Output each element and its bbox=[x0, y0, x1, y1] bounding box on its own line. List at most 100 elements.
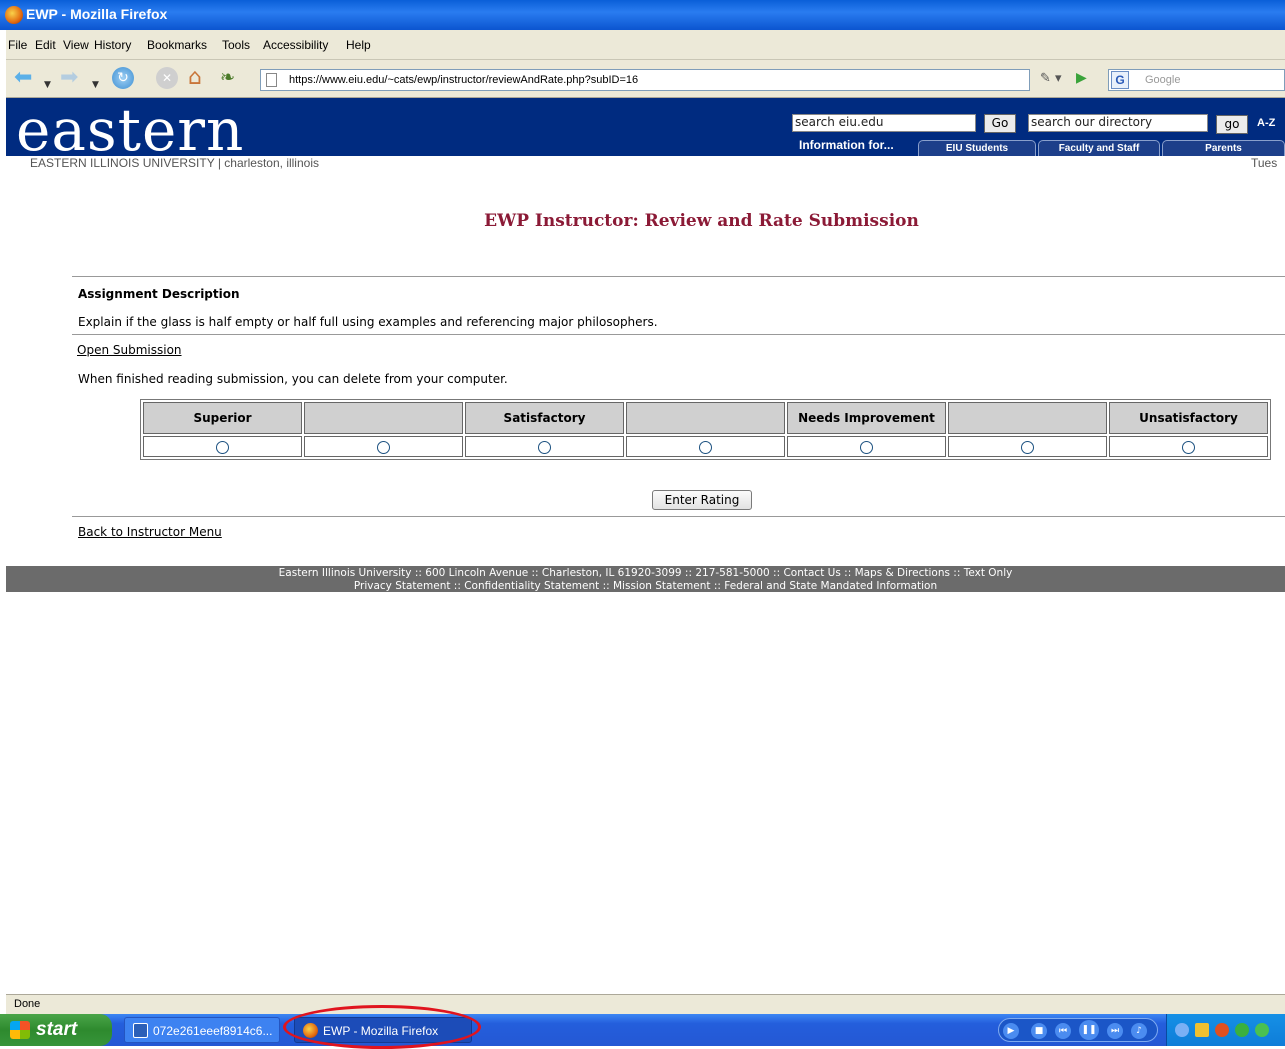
rating-radio-6[interactable] bbox=[1021, 440, 1034, 454]
rating-cell bbox=[304, 436, 463, 457]
tray-arrow-icon[interactable] bbox=[1175, 1023, 1189, 1037]
leaf-extension-icon[interactable]: ❧ bbox=[220, 67, 235, 89]
rating-col-needs-improvement: Needs Improvement bbox=[787, 402, 946, 434]
media-next-icon[interactable]: ⏭ bbox=[1107, 1023, 1123, 1039]
media-previous-icon[interactable]: ⏮ bbox=[1055, 1023, 1071, 1039]
status-bar: Done bbox=[6, 994, 1285, 1014]
eiu-banner: eastern search eiu.edu Go search our dir… bbox=[6, 98, 1285, 160]
feed-icon[interactable]: ✎ ▾ bbox=[1040, 71, 1062, 86]
forward-dropdown-icon[interactable]: ▼ bbox=[92, 74, 99, 96]
assignment-heading: Assignment Description bbox=[78, 287, 240, 301]
tray-security-icon[interactable] bbox=[1255, 1023, 1269, 1037]
tab-eiu-students[interactable]: EIU Students bbox=[918, 140, 1036, 156]
site-footer: Eastern Illinois University :: 600 Linco… bbox=[6, 566, 1285, 592]
divider bbox=[72, 276, 1285, 277]
go-arrow-icon[interactable]: ▶ bbox=[1076, 70, 1087, 86]
menu-history[interactable]: History bbox=[94, 38, 131, 52]
menu-tools[interactable]: Tools bbox=[222, 38, 250, 52]
rating-radio-3[interactable] bbox=[538, 440, 551, 454]
menu-edit[interactable]: Edit bbox=[35, 38, 56, 52]
information-for-label: Information for... bbox=[799, 138, 894, 152]
rating-radio-1[interactable] bbox=[216, 440, 229, 454]
page-icon bbox=[266, 73, 277, 87]
google-engine-icon[interactable]: G bbox=[1111, 71, 1129, 89]
eastern-logo[interactable]: eastern bbox=[16, 100, 244, 160]
highlight-circle-annotation bbox=[283, 1005, 481, 1049]
rating-cell bbox=[1109, 436, 1268, 457]
menu-view[interactable]: View bbox=[63, 38, 89, 52]
rating-cell bbox=[787, 436, 946, 457]
tab-faculty-staff[interactable]: Faculty and Staff bbox=[1038, 140, 1160, 156]
university-subtitle: EASTERN ILLINOIS UNIVERSITY | charleston… bbox=[30, 156, 319, 170]
rating-radio-2[interactable] bbox=[377, 440, 390, 454]
media-stop-icon[interactable]: ■ bbox=[1031, 1023, 1047, 1039]
menu-bookmarks[interactable]: Bookmarks bbox=[147, 38, 207, 52]
rating-col-blank bbox=[626, 402, 785, 434]
search-eiu-input[interactable]: search eiu.edu bbox=[792, 114, 976, 132]
delete-note: When finished reading submission, you ca… bbox=[78, 372, 508, 386]
forward-arrow-icon[interactable]: ➡ bbox=[60, 67, 78, 89]
menu-accessibility[interactable]: Accessibility bbox=[263, 38, 328, 52]
rating-cell bbox=[143, 436, 302, 457]
enter-rating-button[interactable]: Enter Rating bbox=[652, 490, 752, 510]
windows-taskbar: start 072e261eeef8914c6... EWP - Mozilla… bbox=[0, 1014, 1285, 1046]
start-button[interactable]: start bbox=[0, 1014, 112, 1046]
back-to-instructor-menu-link[interactable]: Back to Instructor Menu bbox=[78, 525, 222, 539]
menu-bar: File Edit View History Bookmarks Tools A… bbox=[6, 30, 1285, 60]
media-volume-icon[interactable]: ♪ bbox=[1131, 1023, 1147, 1039]
status-text: Done bbox=[14, 998, 41, 1010]
navigation-toolbar: ⬅ ▼ ➡ ▼ ↻ ✕ ⌂ ❧ https://www.eiu.edu/~cat… bbox=[6, 60, 1285, 98]
footer-line-2[interactable]: Privacy Statement :: Confidentiality Sta… bbox=[6, 580, 1285, 593]
tab-parents[interactable]: Parents bbox=[1162, 140, 1285, 156]
back-dropdown-icon[interactable]: ▼ bbox=[44, 74, 51, 96]
open-submission-link[interactable]: Open Submission bbox=[77, 343, 182, 357]
divider bbox=[72, 516, 1285, 517]
home-icon[interactable]: ⌂ bbox=[188, 67, 202, 89]
search-go-button[interactable]: Go bbox=[984, 114, 1016, 133]
footer-line-1[interactable]: Eastern Illinois University :: 600 Linco… bbox=[6, 567, 1285, 580]
google-search-box[interactable]: G Google bbox=[1108, 69, 1285, 91]
date-text: Tues bbox=[1251, 156, 1278, 170]
rating-radio-5[interactable] bbox=[860, 440, 873, 454]
rating-col-superior: Superior bbox=[143, 402, 302, 434]
window-title: EWP - Mozilla Firefox bbox=[26, 6, 168, 22]
rating-col-unsatisfactory: Unsatisfactory bbox=[1109, 402, 1268, 434]
taskbar-item-label: 072e261eeef8914c6... bbox=[153, 1024, 273, 1038]
windows-flag-icon bbox=[10, 1021, 30, 1039]
az-index-link[interactable]: A-Z bbox=[1257, 117, 1275, 129]
title-bar: EWP - Mozilla Firefox bbox=[0, 0, 1285, 30]
back-arrow-icon[interactable]: ⬅ bbox=[14, 67, 32, 89]
rating-header-row: Superior Satisfactory Needs Improvement … bbox=[143, 402, 1268, 434]
stop-icon[interactable]: ✕ bbox=[156, 67, 178, 89]
url-text: https://www.eiu.edu/~cats/ewp/instructor… bbox=[289, 74, 639, 86]
rating-col-satisfactory: Satisfactory bbox=[465, 402, 624, 434]
reload-icon[interactable]: ↻ bbox=[112, 67, 134, 89]
google-search-placeholder: Google bbox=[1145, 74, 1181, 86]
media-play-icon[interactable]: ▶ bbox=[1003, 1023, 1019, 1039]
rating-options-row bbox=[143, 436, 1268, 457]
rating-cell bbox=[626, 436, 785, 457]
menu-file[interactable]: File bbox=[8, 38, 27, 52]
taskbar-item-document[interactable]: 072e261eeef8914c6... bbox=[124, 1017, 280, 1043]
media-pause-icon[interactable]: ❚❚ bbox=[1079, 1020, 1099, 1040]
rating-radio-4[interactable] bbox=[699, 440, 712, 454]
rating-table: Superior Satisfactory Needs Improvement … bbox=[140, 399, 1271, 460]
menu-help[interactable]: Help bbox=[346, 38, 371, 52]
rating-col-blank bbox=[948, 402, 1107, 434]
word-document-icon bbox=[133, 1023, 148, 1038]
rating-col-blank bbox=[304, 402, 463, 434]
assignment-text: Explain if the glass is half empty or ha… bbox=[78, 315, 658, 329]
divider bbox=[72, 334, 1285, 335]
page-title: EWP Instructor: Review and Rate Submissi… bbox=[484, 211, 919, 231]
url-bar[interactable]: https://www.eiu.edu/~cats/ewp/instructor… bbox=[260, 69, 1030, 91]
directory-go-button[interactable]: go bbox=[1216, 115, 1248, 134]
firefox-window: EWP - Mozilla Firefox File Edit View His… bbox=[0, 0, 1285, 1049]
tray-mail-icon[interactable] bbox=[1195, 1023, 1209, 1037]
media-player-controls: ▶ ■ ⏮ ❚❚ ⏭ ♪ bbox=[998, 1018, 1158, 1042]
directory-search-input[interactable]: search our directory bbox=[1028, 114, 1208, 132]
firefox-icon bbox=[5, 6, 23, 24]
tray-app-icon[interactable] bbox=[1215, 1023, 1229, 1037]
rating-radio-7[interactable] bbox=[1182, 440, 1195, 454]
page-content: eastern search eiu.edu Go search our dir… bbox=[6, 98, 1285, 994]
tray-network-icon[interactable] bbox=[1235, 1023, 1249, 1037]
